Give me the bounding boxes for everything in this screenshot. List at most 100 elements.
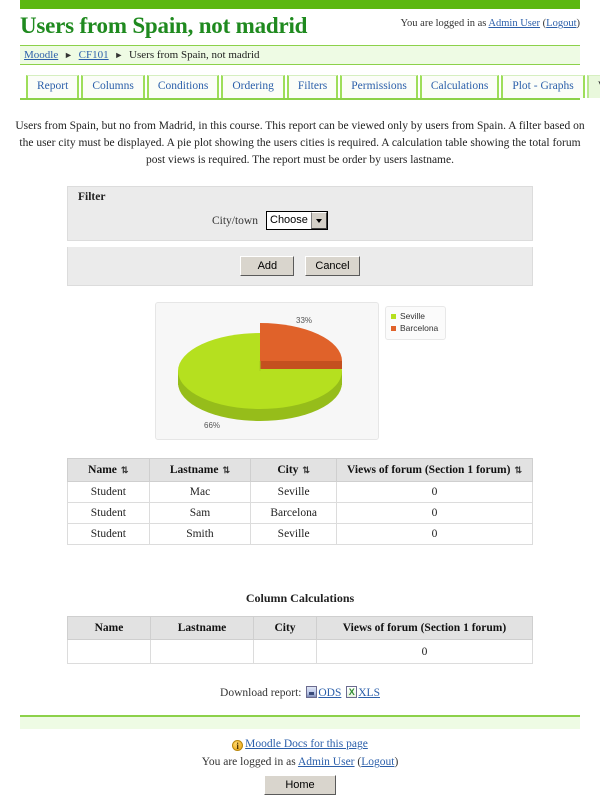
city-town-select[interactable]: Choose [266,211,328,231]
tab-report[interactable]: Report [26,75,80,99]
pie-chart-legend: Seville Barcelona [385,306,447,341]
breadcrumb-item-current: Users from Spain, not madrid [129,49,260,62]
home-button[interactable]: Home [264,775,336,795]
calculations-header-row: Name Lastname City Views of forum (Secti… [67,616,533,641]
pie-chart: 33% 66% [155,302,379,441]
home-button-row: Home [0,775,600,795]
cell-lastname: Mac [148,481,252,504]
cell-views: 0 [336,523,533,546]
breadcrumb-item-moodle[interactable]: Moodle [24,49,58,61]
legend-item-barcelona: Barcelona [391,323,438,334]
footer-login-status: You are logged in as Admin User (Logout) [0,756,600,768]
logout-paren-close: ) [576,18,581,29]
cell-city: Seville [250,523,338,546]
cell-name: Student [67,502,150,525]
login-user-link[interactable]: Admin User [488,18,540,29]
legend-label-barcelona: Barcelona [400,323,439,334]
calc-cell-views: 0 [316,639,533,665]
footer-logout-link[interactable]: Logout [361,756,394,768]
moodle-docs-row: i Moodle Docs for this page [0,738,600,752]
legend-swatch-seville [391,314,396,320]
footer-login-prefix: You are logged in as [201,756,296,769]
page-title: Users from Spain, not madrid [20,13,308,38]
calc-column-header-name: Name [67,616,151,641]
breadcrumb-separator-1: ► [63,50,73,61]
tab-ordering[interactable]: Ordering [221,75,285,99]
pie-label-seville: 66% [204,421,221,431]
download-ods[interactable]: ODS [306,686,341,699]
cell-name: Student [67,523,150,546]
tab-conditions[interactable]: Conditions [146,75,220,99]
cell-city: Barcelona [250,502,338,525]
cancel-button[interactable]: Cancel [305,256,360,277]
add-button[interactable]: Add [240,256,295,277]
download-xls-link[interactable]: XLS [358,687,380,699]
logout-link[interactable]: Logout [546,18,576,29]
login-status-prefix: You are logged in as [400,18,487,29]
footer-logout-paren-close: ) [394,756,399,769]
filter-fieldset: Filter City/town Choose [67,186,533,242]
breadcrumb-item-cf101[interactable]: CF101 [79,49,109,61]
legend-label-seville: Seville [400,311,426,322]
table-row: Student Mac Seville 0 [67,481,533,504]
table-row: Student Smith Seville 0 [67,523,533,546]
tab-calculations[interactable]: Calculations [419,75,500,99]
column-calculations-title: Column Calculations [245,591,355,606]
cell-lastname: Sam [148,502,252,525]
filter-button-bar: Add Cancel [67,247,533,287]
filter-legend: Filter [78,191,106,204]
pie-chart-area: 33% 66% Seville Barcelona [155,302,447,441]
download-report-label: Download report: [220,687,302,700]
pie-label-barcelona: 33% [296,316,313,326]
column-header-name[interactable]: Name ⇅ [67,458,150,483]
calc-column-header-views: Views of forum (Section 1 forum) [316,616,533,641]
column-header-lastname-label: Lastname [169,464,219,477]
sort-icon[interactable]: ⇅ [222,465,230,476]
column-header-views-label: Views of forum (Section 1 forum) [347,464,511,477]
download-xls[interactable]: XLS [346,686,380,699]
download-ods-link[interactable]: ODS [318,687,341,699]
tab-bar: Report Columns Conditions Ordering Filte… [20,75,600,101]
calculations-table: Name Lastname City Views of forum (Secti… [67,616,533,665]
chevron-down-icon[interactable] [311,212,327,230]
tab-permissions[interactable]: Permissions [340,75,418,99]
tab-filters[interactable]: Filters [286,75,339,99]
page-footer: i Moodle Docs for this page You are logge… [0,738,600,795]
city-town-select-value: Choose [270,214,308,227]
column-header-lastname[interactable]: Lastname ⇅ [148,458,252,483]
sort-icon[interactable]: ⇅ [121,465,129,476]
column-header-city[interactable]: City ⇅ [250,458,338,483]
calc-cell-lastname [150,639,254,665]
info-icon: i [232,740,244,752]
legend-item-seville: Seville [391,311,438,322]
spreadsheet-xls-icon [346,686,358,699]
calc-column-header-lastname: Lastname [150,616,254,641]
report-description: Users from Spain, but no from Madrid, in… [15,120,585,166]
column-header-name-label: Name [88,464,117,477]
moodle-docs-link[interactable]: Moodle Docs for this page [245,738,368,750]
breadcrumb: Moodle ► CF101 ► Users from Spain, not m… [20,45,580,66]
footer-login-user-link[interactable]: Admin User [298,756,355,768]
report-table: Name ⇅ Lastname ⇅ City ⇅ Views of forum … [67,458,533,546]
column-header-city-label: City [277,464,299,477]
legend-swatch-barcelona [391,326,396,332]
city-town-label: City/town [211,214,258,227]
sort-icon[interactable]: ⇅ [302,465,310,476]
cell-lastname: Smith [148,523,252,546]
table-row: Student Sam Barcelona 0 [67,502,533,525]
breadcrumb-separator-2: ► [114,50,124,61]
filter-panel: Filter City/town Choose Add Cancel [67,186,533,287]
cell-views: 0 [336,481,533,504]
footer-divider [20,715,580,730]
tab-plot-graphs[interactable]: Plot - Graphs [501,75,585,99]
sort-icon[interactable]: ⇅ [514,465,522,476]
calc-cell-name [67,639,151,665]
report-table-header-row: Name ⇅ Lastname ⇅ City ⇅ Views of forum … [67,458,533,483]
tab-columns[interactable]: Columns [81,75,145,99]
column-header-views[interactable]: Views of forum (Section 1 forum) ⇅ [336,458,533,483]
calc-cell-city [253,639,317,665]
cell-name: Student [67,481,150,504]
spreadsheet-ods-icon [306,686,318,699]
tab-view-report[interactable]: View report [586,75,600,99]
top-brand-bar [20,0,580,9]
